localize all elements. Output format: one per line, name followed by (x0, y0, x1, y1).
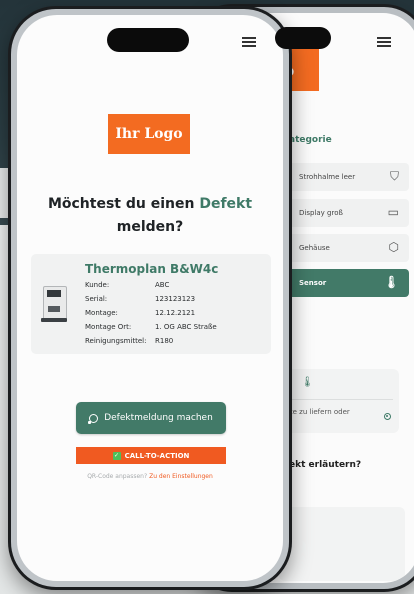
cube-icon: ⬡ (388, 240, 399, 254)
field-value: 123123123 (155, 295, 196, 303)
cta-label: CALL-TO-ACTION (124, 451, 190, 460)
category-item-gehaeuse[interactable]: Gehäuse ⬡ (279, 234, 409, 262)
category-item-sensor[interactable]: Sensor 🌡 (279, 269, 409, 297)
thermometer-icon: 🌡 (301, 377, 314, 388)
cup-icon: ⛉ (389, 169, 399, 183)
chat-icon (88, 413, 99, 424)
title-part-2: melden? (116, 219, 184, 235)
option-radio[interactable] (384, 413, 391, 420)
category-title: ategorie (289, 135, 332, 145)
qr-settings-line: QR-Code anpassen? Zu den Einstellungen (17, 473, 283, 480)
field-label: Kunde: (85, 281, 110, 289)
field-label: Serial: (85, 295, 108, 303)
call-to-action-button[interactable]: ✓ CALL-TO-ACTION (76, 447, 226, 464)
category-item-strohhalme[interactable]: Strohhalme leer ⛉ (279, 163, 409, 191)
option-text: rte zu liefern oder (287, 408, 350, 416)
category-item-label: Gehäuse (299, 244, 330, 252)
monitor-icon: ▭ (387, 205, 399, 219)
page-title: Möchtest du einen Defekt melden? (17, 193, 283, 239)
title-part-1: Möchtest du einen (47, 196, 195, 212)
field-label: Montage Ort: (85, 323, 132, 331)
phone-mockup-front: Ihr Logo Möchtest du einen Defekt melden… (8, 6, 292, 590)
category-item-label: Sensor (299, 279, 327, 287)
settings-link[interactable]: Zu den Einstellungen (149, 473, 213, 480)
coffee-machine-icon (37, 284, 71, 324)
category-item-display[interactable]: Display groß ▭ (279, 199, 409, 227)
device-title: Thermoplan B&W4c (85, 262, 219, 276)
dynamic-island (107, 28, 189, 52)
dynamic-island-back (275, 27, 331, 49)
divider (285, 399, 393, 400)
field-value: ABC (155, 281, 170, 289)
qr-question: QR-Code anpassen? (87, 473, 148, 480)
field-value: 1. OG ABC Straße (155, 323, 217, 331)
option-panel: 🌡 rte zu liefern oder (279, 369, 399, 433)
field-label: Montage: (85, 309, 118, 317)
report-defect-button[interactable]: Defektmeldung machen (76, 402, 226, 434)
field-value: R180 (155, 337, 174, 345)
menu-icon[interactable] (242, 37, 256, 49)
thermometer-icon: 🌡 (383, 275, 399, 289)
defect-textarea[interactable] (279, 507, 405, 581)
brand-logo: Ihr Logo (108, 114, 190, 154)
category-item-label: Strohhalme leer (299, 173, 356, 181)
field-label: Reinigungsmittel: (85, 337, 147, 345)
field-value: 12.12.2121 (155, 309, 196, 317)
checkmark-icon: ✓ (112, 451, 121, 460)
phone-screen-front: Ihr Logo Möchtest du einen Defekt melden… (17, 15, 283, 581)
category-item-label: Display groß (299, 209, 343, 217)
title-accent: Defekt (199, 196, 253, 212)
device-card: Thermoplan B&W4c Kunde: ABC Serial: 1231… (31, 254, 271, 354)
menu-icon-back[interactable] (377, 37, 391, 49)
report-defect-label: Defektmeldung machen (104, 413, 213, 423)
